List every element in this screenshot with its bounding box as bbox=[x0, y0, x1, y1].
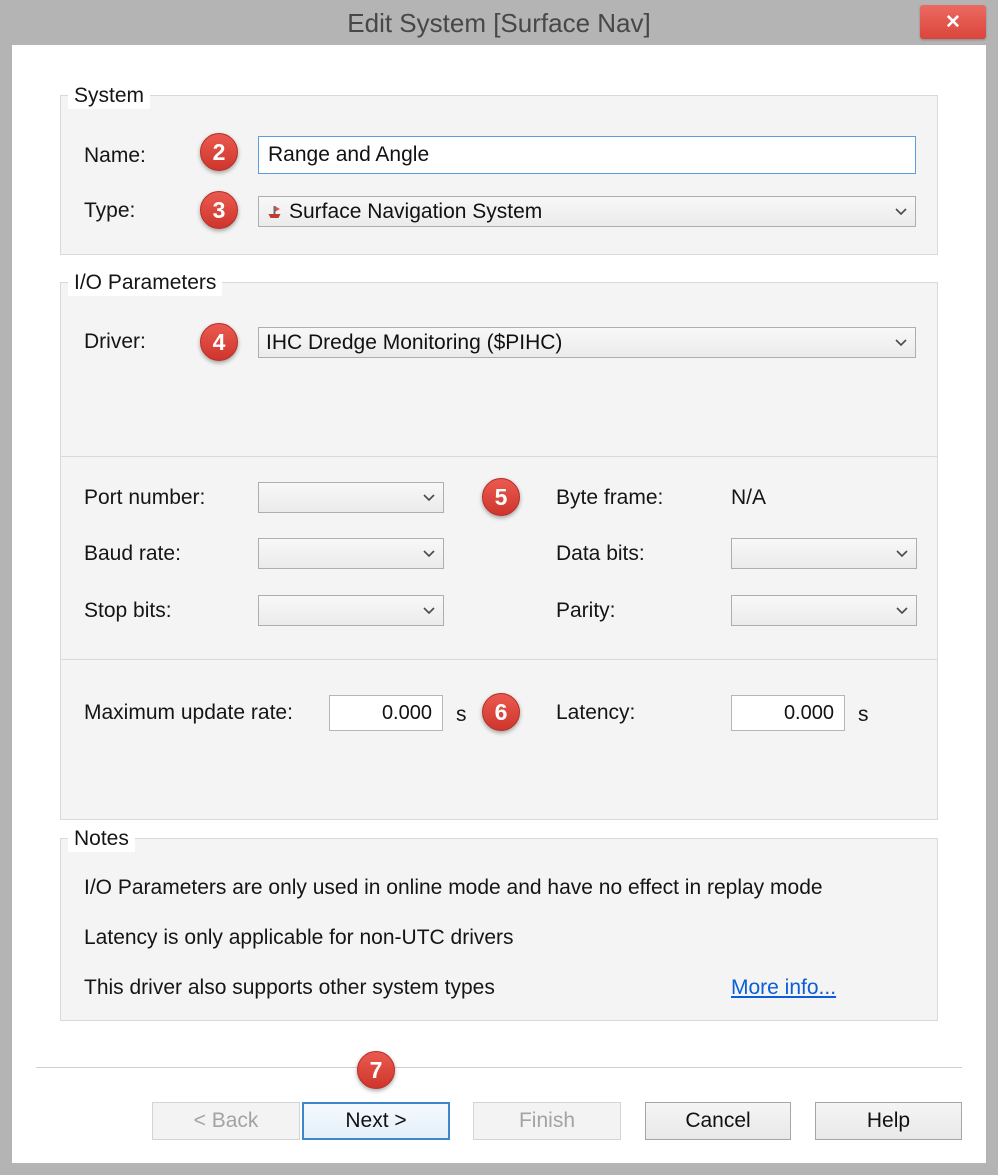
baud-rate-label: Baud rate: bbox=[84, 541, 181, 567]
note-line-2: Latency is only applicable for non-UTC d… bbox=[84, 925, 514, 951]
driver-dropdown-value: IHC Dredge Monitoring ($PIHC) bbox=[266, 331, 562, 355]
port-number-dropdown[interactable] bbox=[258, 482, 444, 513]
close-icon: ✕ bbox=[945, 11, 961, 34]
note-line-1: I/O Parameters are only used in online m… bbox=[84, 875, 823, 901]
type-label: Type: bbox=[84, 198, 135, 224]
more-info-link[interactable]: More info... bbox=[731, 975, 836, 1001]
io-parameters-legend: I/O Parameters bbox=[68, 269, 222, 296]
step-badge-7: 7 bbox=[357, 1051, 395, 1089]
note-line-3: This driver also supports other system t… bbox=[84, 975, 495, 1001]
close-button[interactable]: ✕ bbox=[920, 5, 986, 39]
latency-unit: s bbox=[858, 702, 869, 728]
window-title: Edit System [Surface Nav] bbox=[0, 8, 998, 39]
cancel-button[interactable]: Cancel bbox=[645, 1102, 791, 1140]
step-badge-5: 5 bbox=[482, 478, 520, 516]
titlebar: Edit System [Surface Nav] ✕ bbox=[0, 0, 998, 45]
port-number-label: Port number: bbox=[84, 485, 205, 511]
io-parameters-group: I/O Parameters Driver: IHC Dredge Monito… bbox=[60, 282, 938, 820]
section-divider bbox=[61, 659, 937, 660]
chevron-down-icon bbox=[889, 606, 909, 615]
data-bits-label: Data bits: bbox=[556, 541, 645, 567]
chevron-down-icon bbox=[888, 207, 908, 216]
finish-button[interactable]: Finish bbox=[473, 1102, 621, 1140]
latency-input[interactable] bbox=[731, 695, 845, 731]
system-group-legend: System bbox=[68, 82, 150, 109]
stop-bits-dropdown[interactable] bbox=[258, 595, 444, 626]
system-group: System Name: Type: Surface Navigation Sy… bbox=[60, 95, 938, 255]
chevron-down-icon bbox=[416, 493, 436, 502]
step-badge-3: 3 bbox=[200, 191, 238, 229]
chevron-down-icon bbox=[416, 606, 436, 615]
max-update-rate-unit: s bbox=[456, 702, 467, 728]
notes-legend: Notes bbox=[68, 825, 135, 852]
step-badge-4: 4 bbox=[200, 323, 238, 361]
parity-dropdown[interactable] bbox=[731, 595, 917, 626]
max-update-rate-label: Maximum update rate: bbox=[84, 700, 293, 726]
driver-dropdown[interactable]: IHC Dredge Monitoring ($PIHC) bbox=[258, 327, 916, 358]
byte-frame-label: Byte frame: bbox=[556, 485, 663, 511]
latency-label: Latency: bbox=[556, 700, 635, 726]
button-separator bbox=[36, 1067, 962, 1069]
next-button[interactable]: Next > bbox=[302, 1102, 450, 1140]
name-input[interactable] bbox=[258, 136, 916, 174]
max-update-rate-input[interactable] bbox=[329, 695, 443, 731]
chevron-down-icon bbox=[889, 549, 909, 558]
step-badge-6: 6 bbox=[482, 693, 520, 731]
stop-bits-label: Stop bits: bbox=[84, 598, 172, 624]
notes-group: Notes I/O Parameters are only used in on… bbox=[60, 838, 938, 1021]
section-divider bbox=[61, 456, 937, 457]
help-button[interactable]: Help bbox=[815, 1102, 962, 1140]
parity-label: Parity: bbox=[556, 598, 616, 624]
type-dropdown-value: Surface Navigation System bbox=[289, 200, 542, 224]
byte-frame-value: N/A bbox=[731, 485, 766, 511]
baud-rate-dropdown[interactable] bbox=[258, 538, 444, 569]
data-bits-dropdown[interactable] bbox=[731, 538, 917, 569]
driver-label: Driver: bbox=[84, 329, 146, 355]
step-badge-2: 2 bbox=[200, 133, 238, 171]
dialog-body: System Name: Type: Surface Navigation Sy… bbox=[12, 45, 986, 1163]
chevron-down-icon bbox=[416, 549, 436, 558]
type-dropdown[interactable]: Surface Navigation System bbox=[258, 196, 916, 227]
back-button[interactable]: < Back bbox=[152, 1102, 300, 1140]
name-label: Name: bbox=[84, 143, 146, 169]
chevron-down-icon bbox=[888, 338, 908, 347]
navigation-system-icon bbox=[266, 204, 283, 220]
